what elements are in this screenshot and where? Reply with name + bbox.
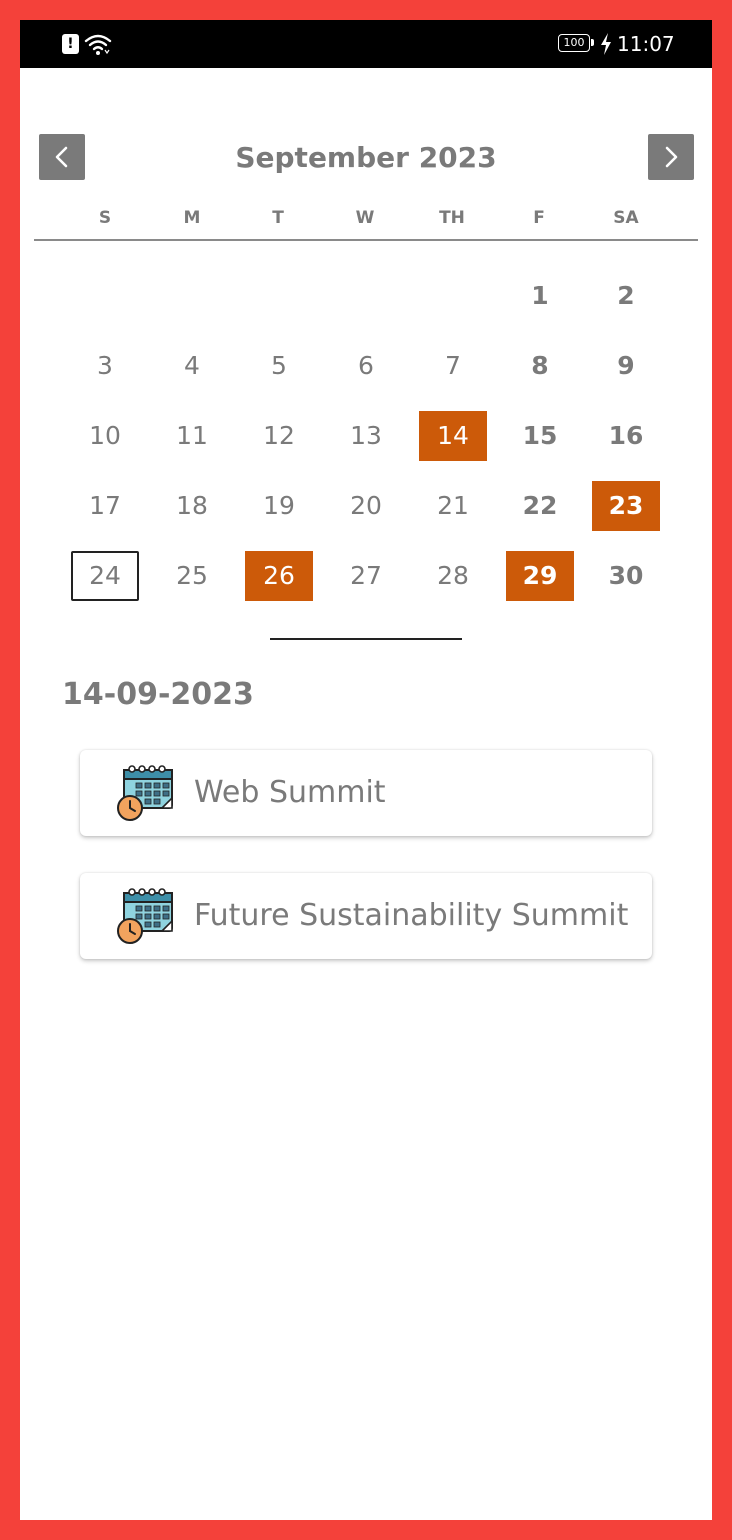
calendar-day[interactable]: 30 — [592, 551, 660, 601]
event-card[interactable]: Future Sustainability Summit — [80, 873, 652, 959]
calendar-day[interactable]: 6 — [332, 341, 400, 391]
weekday-header: S M T W TH F SA — [20, 206, 712, 230]
calendar-day[interactable]: 5 — [245, 341, 313, 391]
next-month-button[interactable] — [648, 134, 694, 180]
calendar-day[interactable]: 19 — [245, 481, 313, 531]
weekday-label: S — [98, 208, 112, 228]
calendar-day[interactable]: 15 — [506, 411, 574, 461]
chevron-right-icon — [665, 146, 678, 168]
calendar-day[interactable]: 18 — [158, 481, 226, 531]
calendar-day[interactable]: 7 — [419, 341, 487, 391]
calendar-day-event[interactable]: 29 — [506, 551, 574, 601]
battery-icon: 100 — [558, 34, 594, 52]
calendar-day-event[interactable]: 26 — [245, 551, 313, 601]
calendar-day[interactable]: 17 — [71, 481, 139, 531]
previous-month-button[interactable] — [39, 134, 85, 180]
status-time: 11:07 — [617, 32, 675, 56]
weekday-divider — [34, 239, 698, 241]
event-card[interactable]: Web Summit — [80, 750, 652, 836]
section-divider — [270, 638, 462, 640]
calendar-day[interactable]: 21 — [419, 481, 487, 531]
alert-notification-icon — [62, 34, 79, 54]
weekday-label: M — [183, 208, 201, 228]
calendar-day[interactable]: 9 — [592, 341, 660, 391]
calendar-day-event[interactable]: 14 — [419, 411, 487, 461]
weekday-label: W — [355, 208, 375, 228]
calendar-day[interactable]: 4 — [158, 341, 226, 391]
calendar-day[interactable]: 16 — [592, 411, 660, 461]
weekday-label: TH — [439, 208, 465, 228]
calendar-clock-icon — [117, 765, 173, 821]
calendar-day[interactable]: 22 — [506, 481, 574, 531]
chevron-left-icon — [55, 146, 68, 168]
wifi-icon — [84, 34, 112, 55]
event-title: Web Summit — [194, 775, 386, 810]
weekday-label: F — [533, 208, 545, 228]
selected-date-heading: 14-09-2023 — [62, 677, 254, 712]
calendar-day[interactable]: 3 — [71, 341, 139, 391]
event-title: Future Sustainability Summit — [194, 898, 629, 933]
weekday-label: SA — [613, 208, 639, 228]
month-title: September 2023 — [235, 141, 497, 174]
calendar-day[interactable]: 12 — [245, 411, 313, 461]
calendar-day[interactable]: 27 — [332, 551, 400, 601]
calendar-day[interactable]: 2 — [592, 271, 660, 321]
charging-bolt-icon — [601, 33, 611, 55]
calendar-clock-icon — [117, 888, 173, 944]
calendar-day-today[interactable]: 24 — [71, 551, 139, 601]
calendar-day[interactable]: 25 — [158, 551, 226, 601]
calendar-day[interactable]: 8 — [506, 341, 574, 391]
calendar-day[interactable]: 1 — [506, 271, 574, 321]
calendar-day[interactable]: 20 — [332, 481, 400, 531]
calendar-day[interactable]: 28 — [419, 551, 487, 601]
calendar-day[interactable]: 10 — [71, 411, 139, 461]
weekday-label: T — [272, 208, 284, 228]
calendar-day-event[interactable]: 23 — [592, 481, 660, 531]
status-bar: 100 11:07 — [20, 20, 712, 68]
app-screen: 100 11:07 September 2023 S M T W TH F SA… — [20, 20, 712, 1520]
calendar-day[interactable]: 13 — [332, 411, 400, 461]
calendar-day[interactable]: 11 — [158, 411, 226, 461]
